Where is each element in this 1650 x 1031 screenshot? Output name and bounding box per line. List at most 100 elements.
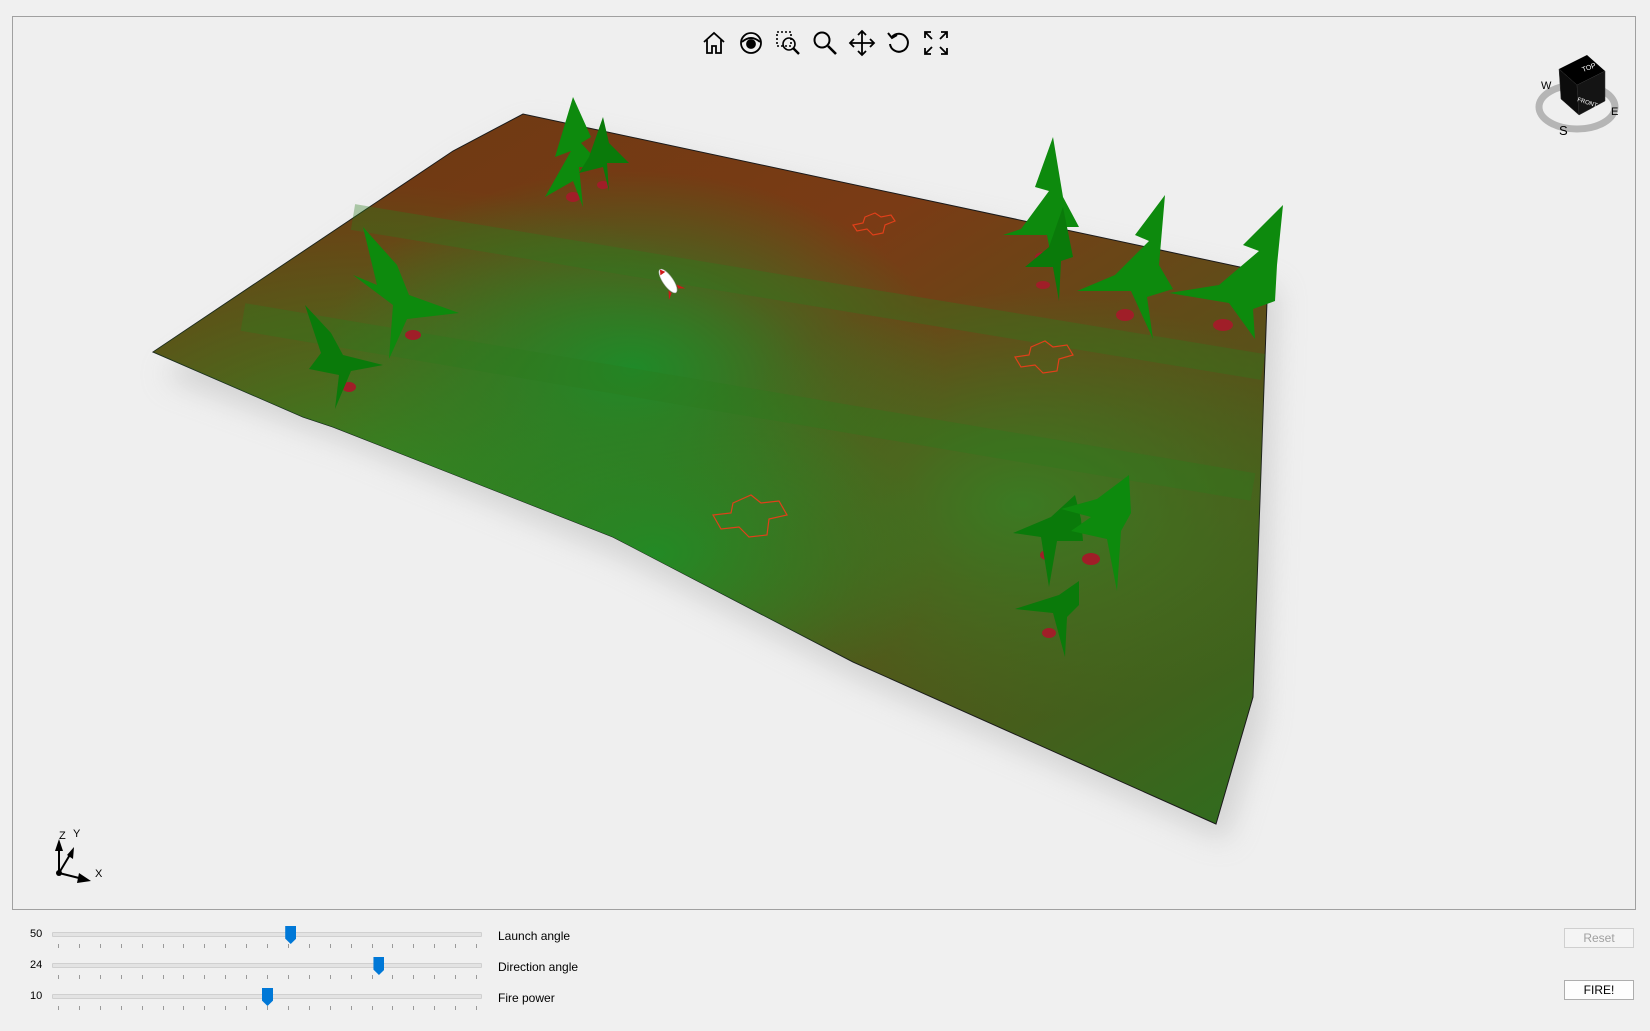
slider-tick — [183, 975, 185, 979]
slider-tick — [392, 975, 394, 979]
slider-tick — [162, 1006, 164, 1010]
slider-tick — [99, 944, 101, 948]
slider-tick — [225, 1006, 227, 1010]
view-cube[interactable]: TOP FRONT W S E — [1529, 41, 1625, 138]
fit-to-screen-icon — [924, 31, 948, 55]
slider-tick — [183, 944, 185, 948]
zoom-button[interactable] — [808, 26, 842, 60]
slider-tick — [58, 1006, 59, 1010]
slider-tick — [246, 1006, 248, 1010]
fire-power-value: 10 — [30, 990, 43, 1002]
fire-power-slider[interactable] — [52, 986, 482, 1016]
slider-tick — [308, 975, 310, 979]
slider-tick — [99, 975, 101, 979]
slider-tick — [287, 975, 289, 979]
compass-s-label[interactable]: S — [1559, 123, 1568, 138]
slider-tick — [58, 975, 59, 979]
slider-thumb[interactable] — [373, 957, 385, 975]
slider-tick — [287, 944, 289, 948]
zoom-window-icon — [776, 31, 800, 55]
eye-icon — [740, 32, 762, 54]
slider-tick — [141, 1006, 143, 1010]
slider-tick — [455, 1006, 457, 1010]
slider-tick — [183, 1006, 185, 1010]
axis-z-label: Z — [59, 830, 66, 842]
reset-button[interactable]: Reset — [1564, 928, 1634, 948]
slider-thumb[interactable] — [285, 926, 297, 944]
slider-track[interactable] — [52, 932, 482, 937]
slider-tick — [434, 944, 436, 948]
zoom-icon — [813, 31, 837, 55]
slider-tick — [162, 944, 164, 948]
3d-viewport[interactable]: TOP FRONT W S E Z Y X — [12, 16, 1636, 910]
slider-ticks — [58, 975, 477, 979]
rotate-button[interactable] — [882, 26, 916, 60]
slider-tick — [392, 1006, 394, 1010]
slider-tick — [120, 975, 122, 979]
zoom-window-button[interactable] — [771, 26, 805, 60]
fire-button[interactable]: FIRE! — [1564, 980, 1634, 1000]
slider-tick — [287, 1006, 289, 1010]
slider-tick — [204, 1006, 206, 1010]
slider-tick — [58, 944, 59, 948]
slider-tick — [225, 944, 227, 948]
slider-thumb[interactable] — [262, 988, 273, 1006]
fire-power-slider-row: 10 Fire power — [24, 986, 584, 1016]
pan-icon — [848, 29, 876, 57]
fit-to-screen-button[interactable] — [919, 26, 953, 60]
slider-tick — [78, 975, 80, 979]
slider-tick — [267, 1006, 268, 1010]
pan-button[interactable] — [845, 26, 879, 60]
slider-tick — [141, 944, 143, 948]
slider-tick — [246, 975, 248, 979]
slider-tick — [162, 975, 164, 979]
slider-tick — [371, 944, 373, 948]
slider-tick — [225, 975, 227, 979]
fire-power-label: Fire power — [498, 991, 555, 1005]
slider-track[interactable] — [52, 963, 482, 968]
axis-y-label: Y — [73, 828, 81, 840]
slider-tick — [455, 944, 457, 948]
slider-tick — [267, 944, 268, 948]
direction-angle-label: Direction angle — [498, 960, 579, 974]
rotate-icon — [887, 32, 909, 53]
slider-tick — [120, 1006, 122, 1010]
slider-tick — [413, 975, 415, 979]
slider-tick — [476, 1006, 477, 1010]
slider-tick — [476, 975, 477, 979]
slider-tick — [246, 944, 248, 948]
launch-angle-slider-row: 50 Launch angle — [24, 924, 584, 954]
slider-tick — [308, 944, 310, 948]
slider-tick — [329, 944, 331, 948]
slider-tick — [434, 975, 436, 979]
launch-angle-value: 50 — [30, 928, 43, 940]
slider-tick — [329, 975, 331, 979]
slider-tick — [476, 944, 477, 948]
slider-tick — [350, 975, 352, 979]
slider-tick — [371, 975, 373, 979]
slider-tick — [308, 1006, 310, 1010]
axis-triad: Z Y X — [47, 825, 117, 885]
slider-tick — [78, 944, 80, 948]
compass-w-label[interactable]: W — [1541, 80, 1552, 92]
direction-angle-value: 24 — [30, 959, 43, 971]
home-button[interactable] — [697, 26, 731, 60]
slider-tick — [204, 975, 206, 979]
slider-tick — [434, 1006, 436, 1010]
slider-tick — [120, 944, 122, 948]
terrain-scene[interactable] — [13, 17, 1636, 910]
slider-tick — [204, 944, 206, 948]
look-at-button[interactable] — [734, 26, 768, 60]
direction-angle-slider[interactable] — [52, 955, 482, 985]
launch-angle-slider[interactable] — [52, 924, 482, 954]
compass-e-label[interactable]: E — [1611, 106, 1618, 118]
slider-tick — [267, 975, 268, 979]
direction-angle-slider-row: 24 Direction angle — [24, 955, 584, 985]
slider-tick — [413, 1006, 415, 1010]
slider-tick — [99, 1006, 101, 1010]
slider-tick — [371, 1006, 373, 1010]
axis-x-label: X — [95, 868, 103, 880]
home-icon — [703, 31, 725, 54]
control-panel: 50 Launch angle 24 Direction angle 10 Fi… — [0, 910, 1650, 1031]
slider-tick — [350, 944, 352, 948]
